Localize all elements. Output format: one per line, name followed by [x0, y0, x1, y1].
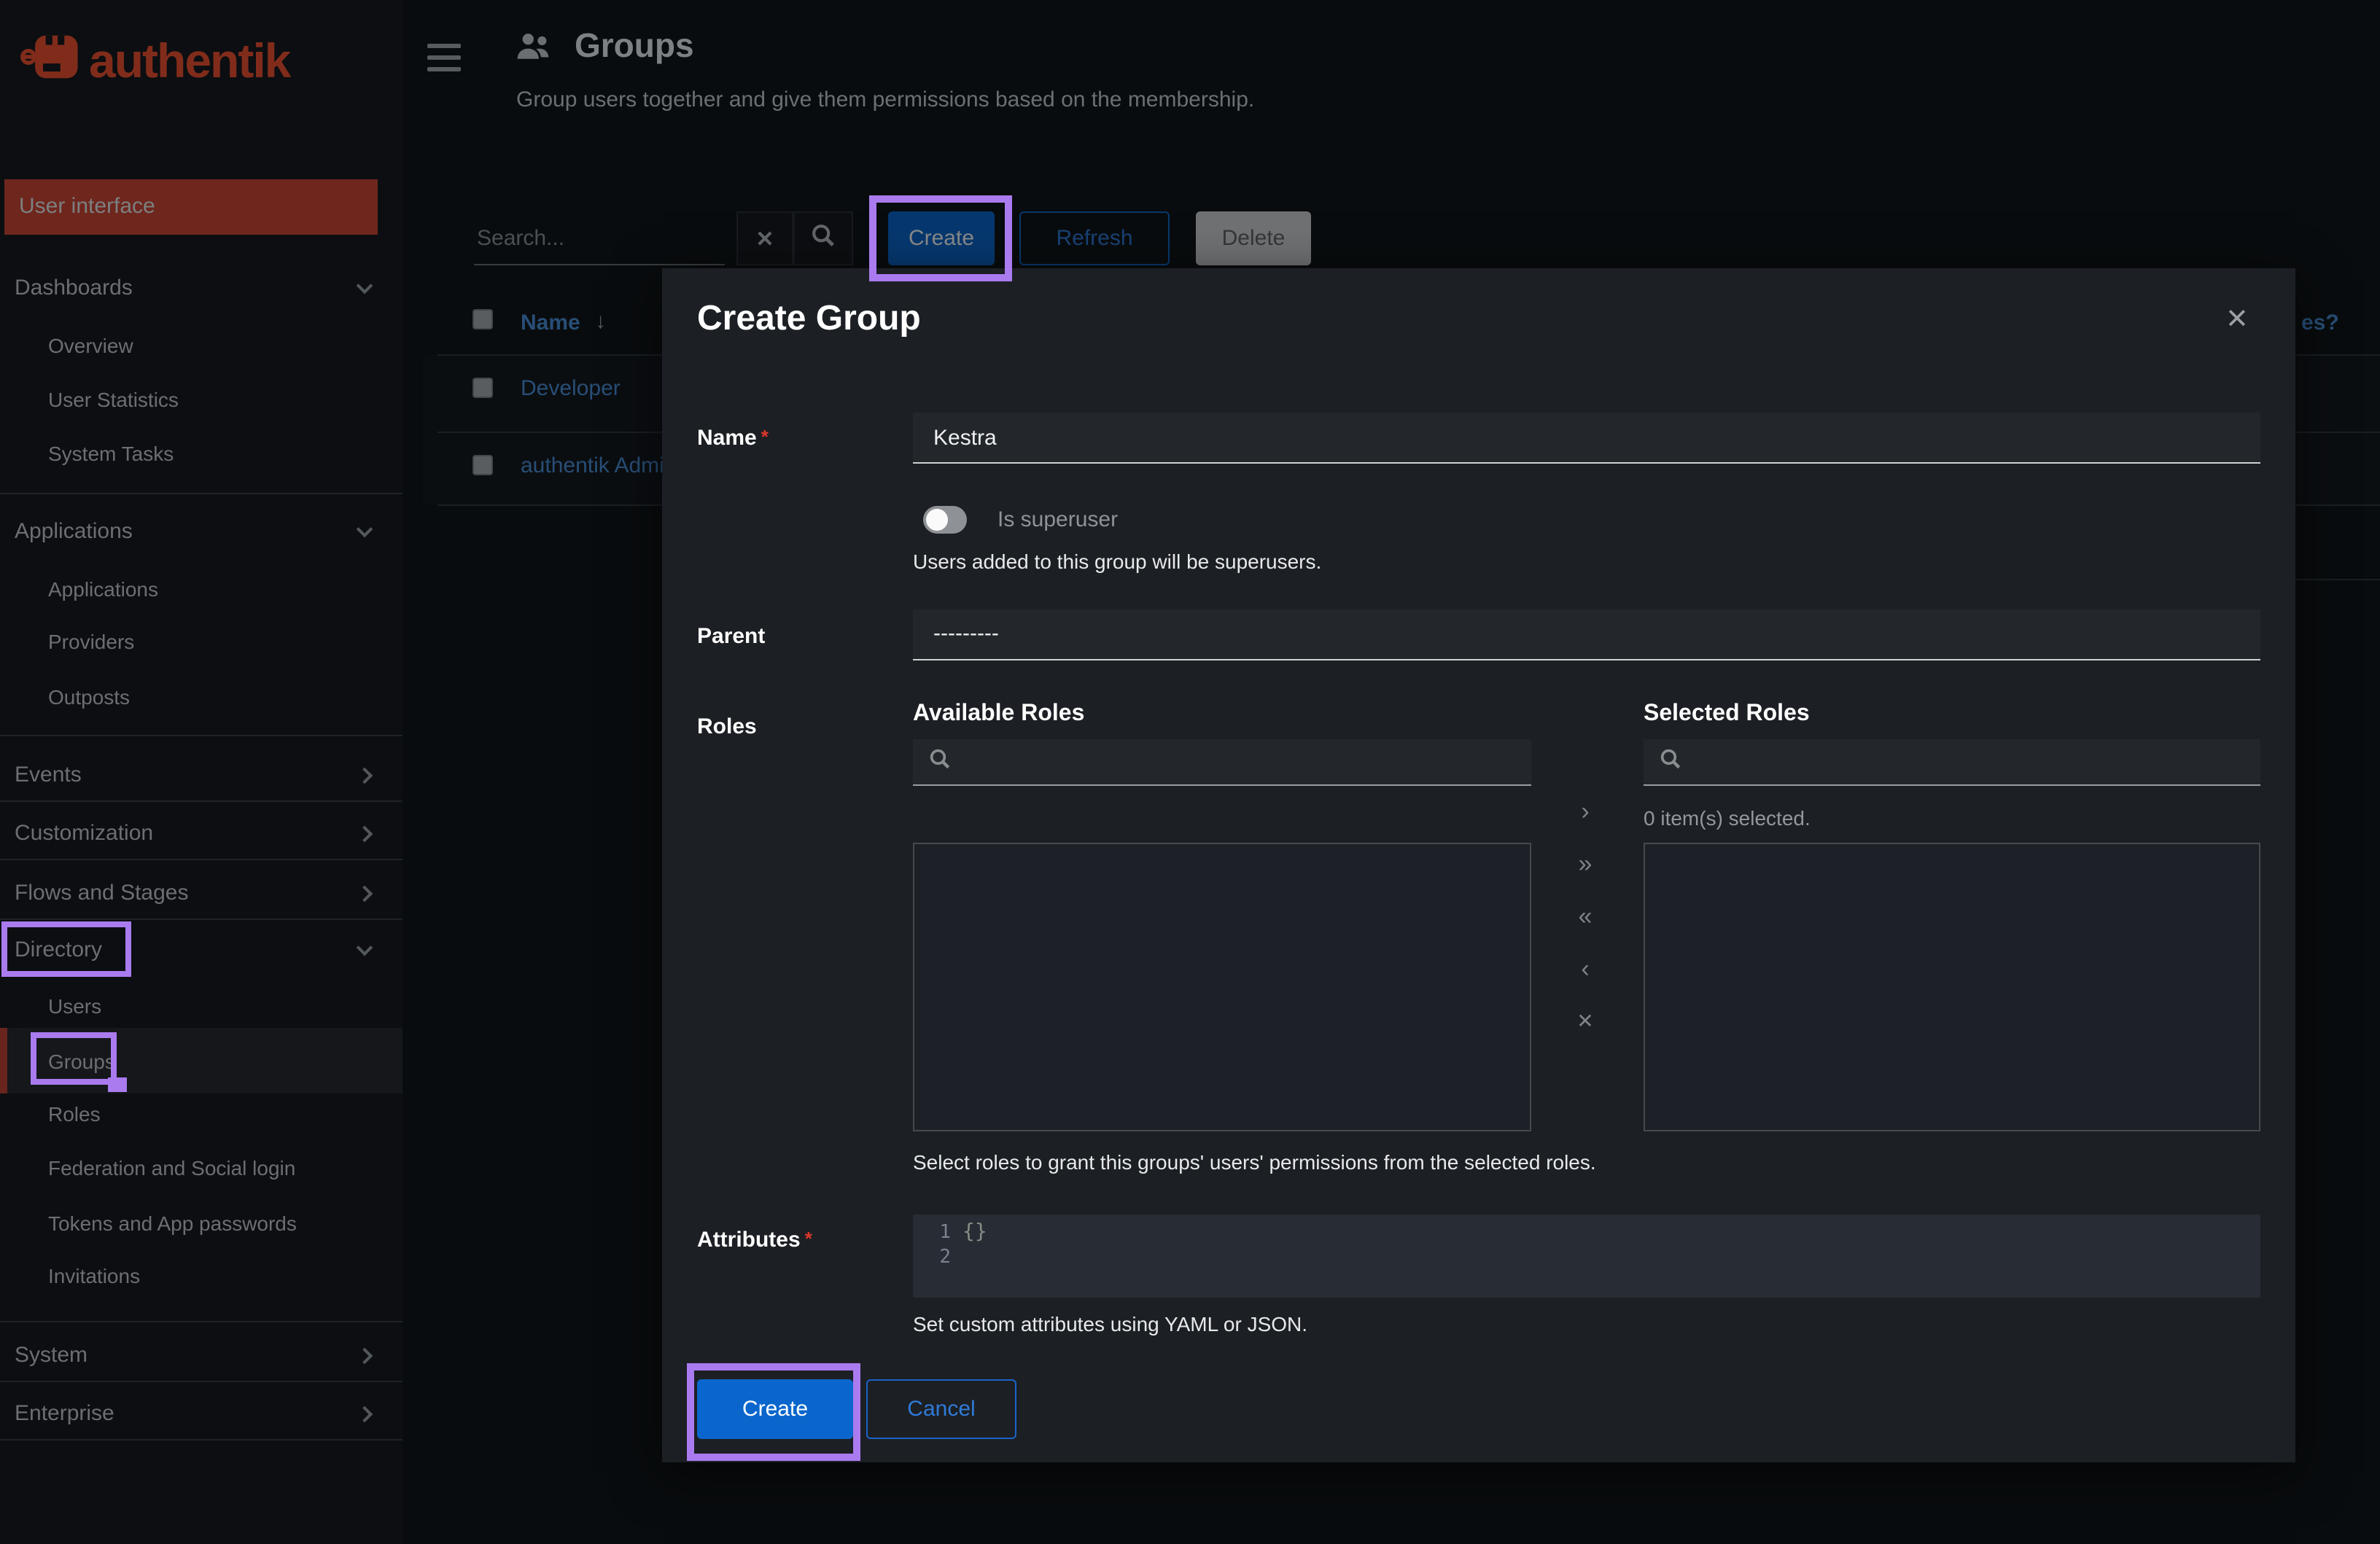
modal-close-icon[interactable]: ✕: [2225, 303, 2249, 337]
required-marker: *: [761, 426, 769, 448]
roles-label: Roles: [697, 714, 757, 739]
screenshot-stage: authentik User interface Dashboards Over…: [0, 0, 2380, 1544]
is-superuser-label: Is superuser: [998, 507, 1119, 532]
selected-roles-title: Selected Roles: [1644, 701, 1810, 726]
parent-label: Parent: [697, 624, 766, 649]
name-label: Name *: [697, 426, 769, 451]
toggle-knob: [926, 509, 948, 531]
modal-cancel-button[interactable]: Cancel: [866, 1379, 1016, 1439]
attributes-code-editor[interactable]: 1 2 {}: [913, 1214, 2260, 1298]
is-superuser-toggle[interactable]: [923, 506, 967, 534]
transfer-clear-icon[interactable]: ✕: [1568, 1005, 1603, 1037]
available-roles-listbox[interactable]: [913, 843, 1531, 1131]
available-roles-search[interactable]: [913, 739, 1531, 786]
modal-title: Create Group: [697, 299, 921, 338]
modal-create-button[interactable]: Create: [697, 1379, 853, 1439]
superuser-help-text: Users added to this group will be superu…: [913, 550, 1322, 573]
required-marker: *: [804, 1228, 812, 1249]
parent-select[interactable]: ---------: [913, 609, 2260, 660]
transfer-remove-all-icon[interactable]: «: [1568, 901, 1603, 933]
transfer-add-icon[interactable]: ›: [1568, 796, 1603, 828]
editor-code-content: {}: [962, 1220, 987, 1244]
search-icon: [1660, 747, 1681, 776]
transfer-add-all-icon[interactable]: »: [1568, 849, 1603, 881]
transfer-remove-icon[interactable]: ‹: [1568, 954, 1603, 986]
selected-roles-listbox[interactable]: [1644, 843, 2260, 1131]
editor-line-numbers: 1 2: [939, 1222, 951, 1268]
name-field[interactable]: [913, 413, 2260, 464]
selected-roles-search[interactable]: [1644, 739, 2260, 786]
attributes-label: Attributes *: [697, 1228, 812, 1252]
create-group-modal: Create Group ✕ Name* Is superuser Users …: [662, 268, 2295, 1462]
attributes-help-text: Set custom attributes using YAML or JSON…: [913, 1312, 1308, 1336]
roles-help-text: Select roles to grant this groups' users…: [913, 1150, 1596, 1174]
search-icon: [929, 747, 951, 776]
selected-count-text: 0 item(s) selected.: [1644, 806, 1811, 830]
available-roles-title: Available Roles: [913, 701, 1085, 726]
